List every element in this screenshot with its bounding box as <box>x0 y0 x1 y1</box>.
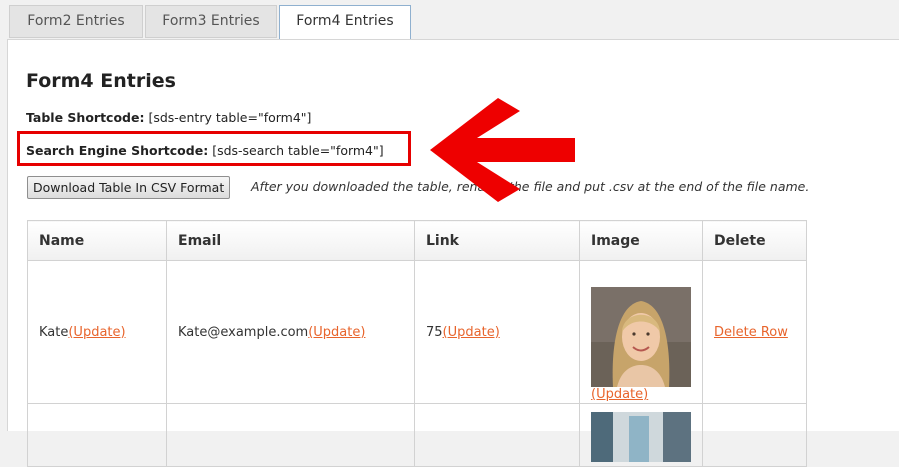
search-shortcode-label: Search Engine Shortcode: <box>26 143 209 158</box>
page-title: Form4 Entries <box>26 70 176 92</box>
column-header-link: Link <box>414 220 580 261</box>
column-header-delete: Delete <box>702 220 807 261</box>
delete-row-link[interactable]: Delete Row <box>714 325 788 340</box>
column-header-email: Email <box>166 220 415 261</box>
search-shortcode-line: Search Engine Shortcode: [sds-search tab… <box>26 143 384 158</box>
entries-table: Name Email Link Image Delete Kate(Update… <box>27 220 807 467</box>
delete-cell: Delete Row <box>702 260 807 404</box>
link-cell <box>414 403 580 467</box>
update-email-link[interactable]: (Update) <box>308 325 365 340</box>
table-row: Kate(Update) Kate@example.com(Update) 75… <box>27 260 807 404</box>
search-shortcode-value: [sds-search table="form4"] <box>212 143 384 158</box>
email-cell: Kate@example.com(Update) <box>166 260 415 404</box>
tab-form2-entries[interactable]: Form2 Entries <box>9 5 143 38</box>
red-arrow-annotation <box>430 98 575 202</box>
column-header-image: Image <box>579 220 703 261</box>
delete-cell <box>702 403 807 467</box>
table-shortcode-label: Table Shortcode: <box>26 110 145 125</box>
name-cell <box>27 403 167 467</box>
email-cell <box>166 403 415 467</box>
image-cell: (Update) <box>579 260 703 404</box>
table-shortcode-line: Table Shortcode: [sds-entry table="form4… <box>26 110 311 125</box>
table-header-row: Name Email Link Image Delete <box>27 220 807 261</box>
update-link-link[interactable]: (Update) <box>443 325 500 340</box>
table-shortcode-value: [sds-entry table="form4"] <box>148 110 312 125</box>
update-image-link[interactable]: (Update) <box>591 387 648 402</box>
tab-form3-entries[interactable]: Form3 Entries <box>145 5 277 38</box>
portrait-image <box>591 287 691 387</box>
download-csv-button[interactable]: Download Table In CSV Format <box>27 176 231 199</box>
name-cell: Kate(Update) <box>27 260 167 404</box>
update-name-link[interactable]: (Update) <box>68 325 125 340</box>
image-cell <box>579 403 703 467</box>
link-value: 75 <box>426 324 443 340</box>
column-header-name: Name <box>27 220 167 261</box>
room-image <box>591 412 691 462</box>
name-value: Kate <box>39 324 69 340</box>
email-value: Kate@example.com <box>178 324 309 340</box>
link-cell: 75(Update) <box>414 260 580 404</box>
tab-form4-entries[interactable]: Form4 Entries <box>279 5 411 40</box>
table-row <box>27 403 807 467</box>
